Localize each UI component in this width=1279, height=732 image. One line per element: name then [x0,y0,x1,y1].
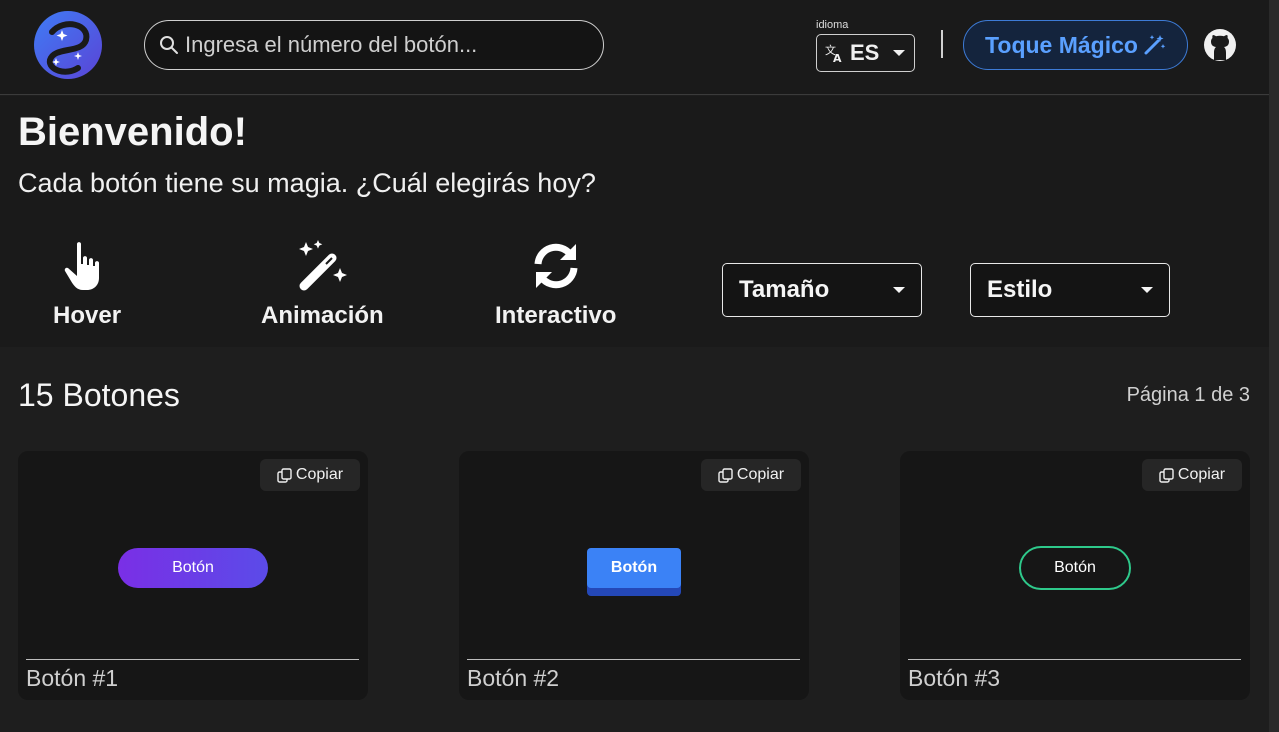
copy-icon [1159,467,1174,483]
copy-button[interactable]: Copiar [1142,459,1242,491]
copy-label: Copiar [1177,466,1226,483]
copy-label: Copiar [295,466,344,483]
card-divider [467,659,800,660]
feature-animation[interactable]: Animación [261,238,384,330]
language-select[interactable]: 文 A ES [816,34,915,72]
translate-icon: 文 A [825,43,842,63]
language-label: idioma [816,19,849,31]
button-count: 15 Botones [18,377,180,413]
chevron-down-icon [893,287,905,293]
chevron-down-icon [1141,287,1153,293]
copy-button[interactable]: Copiar [260,459,360,491]
magic-touch-label: Toque Mágico [985,31,1138,58]
card-divider [26,659,359,660]
divider [941,30,943,58]
feature-interactive-label: Interactivo [495,302,617,329]
size-select[interactable]: Tamaño [722,263,922,317]
page-subtitle: Cada botón tiene su magia. ¿Cuál elegirá… [18,168,596,198]
logo-icon[interactable] [32,10,104,80]
size-select-value: Tamaño [739,276,830,303]
demo-button[interactable]: Botón [587,548,681,588]
svg-text:A: A [833,52,842,63]
github-icon[interactable] [1203,28,1237,62]
style-select[interactable]: Estilo [970,263,1170,317]
language-code: ES [850,40,880,65]
button-card: Copiar Botón Botón #2 [459,451,809,700]
style-select-value: Estilo [987,276,1053,303]
copy-button[interactable]: Copiar [701,459,801,491]
magic-wand-icon [1144,35,1166,55]
page-indicator: Página 1 de 3 [1126,384,1250,406]
sync-icon [534,243,578,289]
search-box[interactable] [144,20,604,70]
feature-animation-label: Animación [261,302,384,329]
card-name: Botón #1 [26,665,119,691]
demo-button[interactable]: Botón [118,548,268,588]
button-card: Copiar Botón Botón #3 [900,451,1250,700]
copy-label: Copiar [736,466,785,483]
copy-icon [277,467,292,483]
top-bar: idioma 文 A ES Toque Mágico [0,0,1269,95]
hand-pointer-icon [64,242,100,290]
feature-hover[interactable]: Hover [53,238,121,330]
card-name: Botón #2 [467,665,560,691]
scrollbar[interactable] [1269,0,1279,732]
magic-touch-button[interactable]: Toque Mágico [963,20,1188,70]
button-card: Copiar Botón Botón #1 [18,451,368,700]
magic-wand-icon [299,240,348,291]
search-icon [160,36,178,54]
search-input[interactable] [185,32,585,58]
copy-icon [718,467,733,483]
chevron-down-icon [893,50,906,56]
demo-button[interactable]: Botón [1019,546,1131,590]
feature-interactive[interactable]: Interactivo [495,238,616,330]
card-name: Botón #3 [908,665,1001,691]
feature-hover-label: Hover [53,302,122,329]
card-divider [908,659,1241,660]
page-title: Bienvenido! [18,110,247,154]
